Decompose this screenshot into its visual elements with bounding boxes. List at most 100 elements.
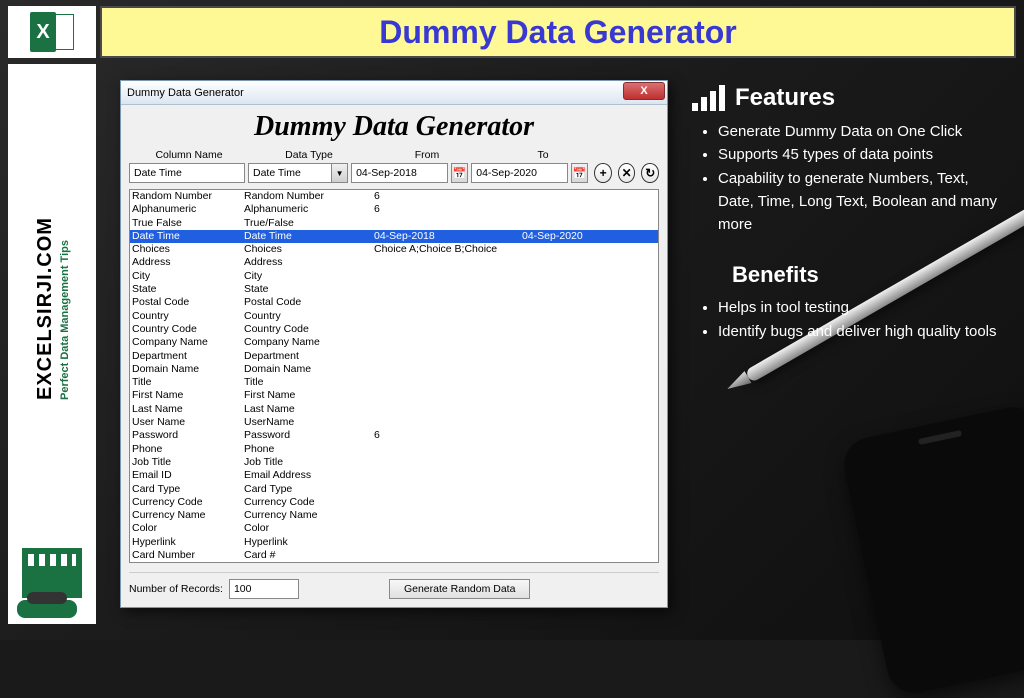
cell-type: True/False <box>244 217 374 230</box>
records-input[interactable] <box>229 579 299 599</box>
list-item[interactable]: ChoicesChoicesChoice A;Choice B;Choice <box>130 243 658 256</box>
list-item[interactable]: User NameUserName <box>130 416 658 429</box>
list-item[interactable]: PhonePhone <box>130 443 658 456</box>
cell-type: Date Time <box>244 230 374 243</box>
list-item[interactable]: AlphanumericAlphanumeric6 <box>130 203 658 216</box>
features-list: Generate Dummy Data on One ClickSupports… <box>692 120 1008 236</box>
cell-to: 04-Sep-2020 <box>522 230 622 243</box>
excel-icon: X <box>30 12 74 52</box>
cell-to <box>522 389 622 402</box>
benefit-item: Identify bugs and deliver high quality t… <box>718 320 1008 343</box>
cell-to <box>522 483 622 496</box>
delete-button[interactable]: ✕ <box>618 163 636 183</box>
cell-type: Department <box>244 350 374 363</box>
site-graphic <box>17 548 87 618</box>
cell-to <box>522 536 622 549</box>
list-item[interactable]: Currency NameCurrency Name <box>130 509 658 522</box>
info-panel: Features Generate Dummy Data on One Clic… <box>692 84 1008 343</box>
cell-from <box>374 256 522 269</box>
phone-decor <box>839 402 1024 698</box>
list-item[interactable]: Job TitleJob Title <box>130 456 658 469</box>
cell-type: UserName <box>244 416 374 429</box>
cell-from <box>374 496 522 509</box>
list-item[interactable]: Company NameCompany Name <box>130 336 658 349</box>
list-item[interactable]: HyperlinkHyperlink <box>130 536 658 549</box>
cell-type: Email Address <box>244 469 374 482</box>
list-item[interactable]: Country CodeCountry Code <box>130 323 658 336</box>
cell-from <box>374 283 522 296</box>
list-item[interactable]: PasswordPassword6 <box>130 429 658 442</box>
list-item[interactable]: StateState <box>130 283 658 296</box>
cell-type: State <box>244 283 374 296</box>
to-date-input[interactable] <box>471 163 568 183</box>
list-item[interactable]: Currency CodeCurrency Code <box>130 496 658 509</box>
list-item[interactable]: Domain NameDomain Name <box>130 363 658 376</box>
cell-name: Random Number <box>132 190 244 203</box>
site-name: EXCELSIRJI.COM <box>34 70 57 400</box>
from-date-input[interactable] <box>351 163 448 183</box>
list-item[interactable]: Date TimeDate Time04-Sep-201804-Sep-2020 <box>130 230 658 243</box>
list-item[interactable]: Card TypeCard Type <box>130 483 658 496</box>
close-button[interactable]: X <box>623 82 665 100</box>
header-bar: Dummy Data Generator <box>100 6 1016 58</box>
feature-item: Generate Dummy Data on One Click <box>718 120 1008 143</box>
cell-type: Last Name <box>244 403 374 416</box>
cell-type: First Name <box>244 389 374 402</box>
dialog-titlebar[interactable]: Dummy Data Generator X <box>121 81 667 105</box>
refresh-button[interactable]: ↻ <box>641 163 659 183</box>
cell-to <box>522 443 622 456</box>
cell-to <box>522 256 622 269</box>
cell-from <box>374 443 522 456</box>
cell-name: Card Type <box>132 483 244 496</box>
cell-from <box>374 270 522 283</box>
cell-type: Hyperlink <box>244 536 374 549</box>
cell-from <box>374 389 522 402</box>
chevron-down-icon[interactable]: ▼ <box>331 164 347 182</box>
dialog-footer: Number of Records: Generate Random Data <box>129 572 659 599</box>
cell-type: Address <box>244 256 374 269</box>
list-item[interactable]: True FalseTrue/False <box>130 217 658 230</box>
cell-from <box>374 350 522 363</box>
calendar-icon: 📅 <box>573 167 587 180</box>
cell-name: Company Name <box>132 336 244 349</box>
cell-to <box>522 376 622 389</box>
cell-type: Job Title <box>244 456 374 469</box>
list-item[interactable]: Postal CodePostal Code <box>130 296 658 309</box>
list-item[interactable]: TitleTitle <box>130 376 658 389</box>
cell-to <box>522 283 622 296</box>
data-type-list[interactable]: Random NumberRandom Number6AlphanumericA… <box>129 189 659 563</box>
cell-name: Date Time <box>132 230 244 243</box>
to-calendar-button[interactable]: 📅 <box>571 163 589 183</box>
cell-from <box>374 536 522 549</box>
add-button[interactable]: + <box>594 163 612 183</box>
list-item[interactable]: CountryCountry <box>130 310 658 323</box>
list-item[interactable]: Last NameLast Name <box>130 403 658 416</box>
list-item[interactable]: AmountAmount010000 <box>130 562 658 563</box>
list-item[interactable]: First NameFirst Name <box>130 389 658 402</box>
cell-type: Card Type <box>244 483 374 496</box>
list-item[interactable]: ColorColor <box>130 522 658 535</box>
column-headers: Column Name Data Type From To <box>121 145 667 163</box>
cell-name: Hyperlink <box>132 536 244 549</box>
cell-to <box>522 296 622 309</box>
list-item[interactable]: DepartmentDepartment <box>130 350 658 363</box>
cell-to <box>522 456 622 469</box>
cell-to: 10000 <box>522 562 622 563</box>
cell-to <box>522 270 622 283</box>
plus-icon: + <box>600 166 607 180</box>
column-name-input[interactable] <box>129 163 245 183</box>
cell-name: True False <box>132 217 244 230</box>
benefit-item: Helps in tool testing <box>718 296 1008 319</box>
benefits-title: Benefits <box>732 262 1008 288</box>
list-item[interactable]: AddressAddress <box>130 256 658 269</box>
from-calendar-button[interactable]: 📅 <box>451 163 469 183</box>
list-item[interactable]: Random NumberRandom Number6 <box>130 190 658 203</box>
list-item[interactable]: Card NumberCard # <box>130 549 658 562</box>
list-item[interactable]: CityCity <box>130 270 658 283</box>
cell-name: First Name <box>132 389 244 402</box>
generate-button[interactable]: Generate Random Data <box>389 579 530 599</box>
list-item[interactable]: Email IDEmail Address <box>130 469 658 482</box>
cell-from: 0 <box>374 562 522 563</box>
cell-name: Postal Code <box>132 296 244 309</box>
cell-from: 6 <box>374 203 522 216</box>
